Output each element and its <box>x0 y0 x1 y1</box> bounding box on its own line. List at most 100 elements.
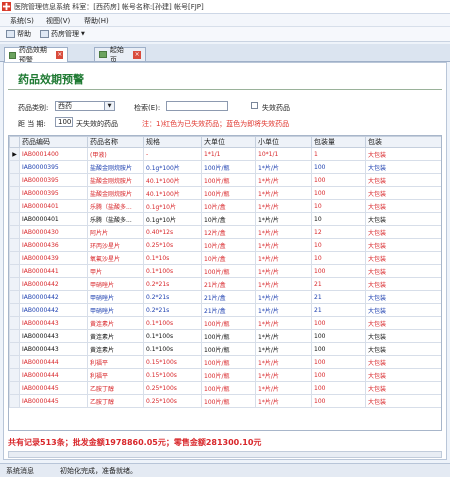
cell-code: IAB0000395 <box>19 160 88 174</box>
cell-big: 100片/瓶 <box>201 186 256 200</box>
table-row[interactable]: IAB0000441 甲片 0.1*100s 100片/瓶 1*片/片 100 大包装 <box>9 264 441 278</box>
col-header[interactable]: 包装 <box>365 136 441 148</box>
col-header[interactable]: 大单位 <box>201 136 256 148</box>
cell-small: 1*片/片 <box>255 264 312 278</box>
cell-qty: 21 <box>311 290 366 304</box>
summary-text: 共有记录513条；批发金额1978860.05元；零售金额281300.10元 <box>8 438 262 447</box>
table-row[interactable]: IAB0000444 利福平 0.15*100s 100片/瓶 1*片/片 100 大包装 <box>9 355 441 369</box>
legend-note: 注：1)红色为已失效药品；蓝色为即将失效药品 <box>142 120 290 128</box>
days-suffix: 天失效的药品 <box>76 120 118 128</box>
table-row[interactable]: IAB0000395 盐酸金刚烷胺片 40.1*100片 100片/瓶 1*片/片 100… <box>9 173 441 187</box>
cell-big: 100片/瓶 <box>201 329 256 343</box>
cell-qty: 21 <box>311 277 366 291</box>
cell-pack: 大包装 <box>365 394 441 408</box>
menu-help[interactable]: 帮助(H) <box>84 16 109 26</box>
help-icon <box>6 30 15 38</box>
cell-name: 盐酸金刚烷胺片 <box>87 173 144 187</box>
cell-pack: 大包装 <box>365 160 441 174</box>
cell-spec: 0.2*21s <box>143 290 202 304</box>
cell-small: 1*片/片 <box>255 342 312 356</box>
cell-big: 10片/盒 <box>201 212 256 226</box>
cell-name: 氧氟沙星片 <box>87 251 144 265</box>
toolbar: 帮助 药房管理 ▼ <box>0 27 450 42</box>
cell-small: 1*片/片 <box>255 186 312 200</box>
cell-spec: 0.25*10s <box>143 238 202 252</box>
cell-name: 乐腾（盐酸多... <box>87 212 144 226</box>
cell-qty: 100 <box>311 186 366 200</box>
cell-small: 1*片/片 <box>255 251 312 265</box>
tab-page-icon <box>99 51 107 58</box>
category-select[interactable]: 西药 ▼ <box>55 101 115 111</box>
cell-code: IAB0000395 <box>19 186 88 200</box>
cell-pack: 大包装 <box>365 290 441 304</box>
expired-label: 失效药品 <box>262 104 290 112</box>
cell-spec: 0.1*100s <box>143 264 202 278</box>
help-button[interactable]: 帮助 <box>6 28 31 40</box>
expired-checkbox[interactable] <box>251 102 258 109</box>
cell-spec: 0.1g*10片 <box>143 199 202 213</box>
table-row[interactable]: IAB0000442 甲硝唑片 0.2*21s 21片/盒 1*片/片 21 大包装 <box>9 303 441 317</box>
table-row[interactable]: IAB0000439 氧氟沙星片 0.1*10s 10片/盒 1*片/片 10 大包装 <box>9 251 441 265</box>
cell-small: 1*片/片 <box>255 173 312 187</box>
table-row[interactable]: IAB0000443 黄连素片 0.1*100s 100片/瓶 1*片/片 100 大包装 <box>9 316 441 330</box>
cell-name: 甲硝唑片 <box>87 303 144 317</box>
cell-big: 100片/瓶 <box>201 381 256 395</box>
menu-system[interactable]: 系统(S) <box>10 16 34 26</box>
tab-start-page[interactable]: 起始页 × <box>94 46 146 64</box>
cell-pack: 大包装 <box>365 147 441 161</box>
menu-view[interactable]: 视图(V) <box>46 16 70 26</box>
horizontal-scrollbar[interactable] <box>8 451 442 458</box>
table-row[interactable]: IAB0000436 环丙沙星片 0.25*10s 10片/盒 1*片/片 10 大包装 <box>9 238 441 252</box>
col-header[interactable]: 药品名称 <box>87 136 144 148</box>
tab-expiry-warning[interactable]: 药品效期预警 × <box>4 46 68 64</box>
col-header[interactable]: 规格 <box>143 136 202 148</box>
close-icon[interactable]: × <box>133 50 141 59</box>
table-row[interactable]: IAB0000442 甲硝唑片 0.2*21s 21片/盒 1*片/片 21 大包装 <box>9 277 441 291</box>
table-row[interactable]: IAB0000444 利福平 0.15*100s 100片/瓶 1*片/片 100 大包装 <box>9 368 441 382</box>
status-left: 系统消息 <box>6 467 34 475</box>
table-row[interactable]: IAB0000395 盐酸金刚烷胺片 40.1*100片 100片/瓶 1*片/片 100… <box>9 186 441 200</box>
cell-name: 盐酸金刚烷胺片 <box>87 160 144 174</box>
cell-pack: 大包装 <box>365 186 441 200</box>
cell-small: 1*片/片 <box>255 238 312 252</box>
table-row[interactable]: IAB0000401 乐腾（盐酸多... 0.1g*10片 10片/盒 1*片/片 10 大… <box>9 199 441 213</box>
cell-big: 1*1/1 <box>201 147 256 161</box>
search-input[interactable] <box>166 101 228 111</box>
col-header[interactable]: 药品编码 <box>19 136 88 148</box>
cell-small: 1*片/片 <box>255 381 312 395</box>
cell-small: 1*片/片 <box>255 329 312 343</box>
table-row[interactable]: IAB0000443 黄连素片 0.1*100s 100片/瓶 1*片/片 100 大包装 <box>9 329 441 343</box>
cell-qty: 100 <box>311 342 366 356</box>
days-input[interactable]: 100 <box>55 117 73 127</box>
table-row[interactable]: IAB0000430 阿片片 0.40*12s 12片/盒 1*片/片 12 大包装 <box>9 225 441 239</box>
row-indicator <box>9 316 20 330</box>
cell-code: IAB0000442 <box>19 290 88 304</box>
col-header[interactable]: 小单位 <box>255 136 312 148</box>
table-row[interactable]: IAB0000442 甲硝唑片 0.2*21s 21片/盒 1*片/片 21 大包装 <box>9 290 441 304</box>
row-indicator <box>9 199 20 213</box>
cell-name: 环丙沙星片 <box>87 238 144 252</box>
table-row[interactable]: ▶ IAB0001400 (甲液) -1*1/1 10*1/1 1 大包装 <box>9 147 441 161</box>
cell-big: 100片/瓶 <box>201 173 256 187</box>
drug-mgmt-button[interactable]: 药房管理 ▼ <box>40 28 85 40</box>
table-row[interactable]: IAB0000401 乐腾（盐酸多... 0.1g*10片 10片/盒 1*片/片 10 大… <box>9 212 441 226</box>
cell-pack: 大包装 <box>365 355 441 369</box>
cell-big: 100片/瓶 <box>201 264 256 278</box>
cell-name: 黄连素片 <box>87 316 144 330</box>
close-icon[interactable]: × <box>56 51 63 59</box>
chevron-down-icon: ▼ <box>81 31 85 37</box>
days-label: 距 当 期: <box>18 120 46 128</box>
table-row[interactable]: IAB0000443 黄连素片 0.1*100s 100片/瓶 1*片/片 100 大包装 <box>9 342 441 356</box>
title-bar: 医院管理信息系统 科室：[西药房] 帐号名称:[孙建] 帐号[FJP] <box>0 0 450 14</box>
cell-code: IAB0000442 <box>19 303 88 317</box>
help-button-label: 帮助 <box>17 30 31 38</box>
cell-spec: 0.25*100s <box>143 394 202 408</box>
col-header[interactable]: 包装量 <box>311 136 366 148</box>
table-row[interactable]: IAB0000445 乙胺丁醇 0.25*100s 100片/瓶 1*片/片 100 大包装 <box>9 394 441 408</box>
cell-big: 10片/盒 <box>201 238 256 252</box>
cell-qty: 100 <box>311 394 366 408</box>
cell-qty: 100 <box>311 381 366 395</box>
table-row[interactable]: IAB0000445 乙胺丁醇 0.25*100s 100片/瓶 1*片/片 100 大包装 <box>9 381 441 395</box>
cell-big: 10片/盒 <box>201 199 256 213</box>
table-row[interactable]: IAB0000395 盐酸金刚烷胺片 0.1g*100片 100片/瓶 1*片/片 100… <box>9 160 441 174</box>
